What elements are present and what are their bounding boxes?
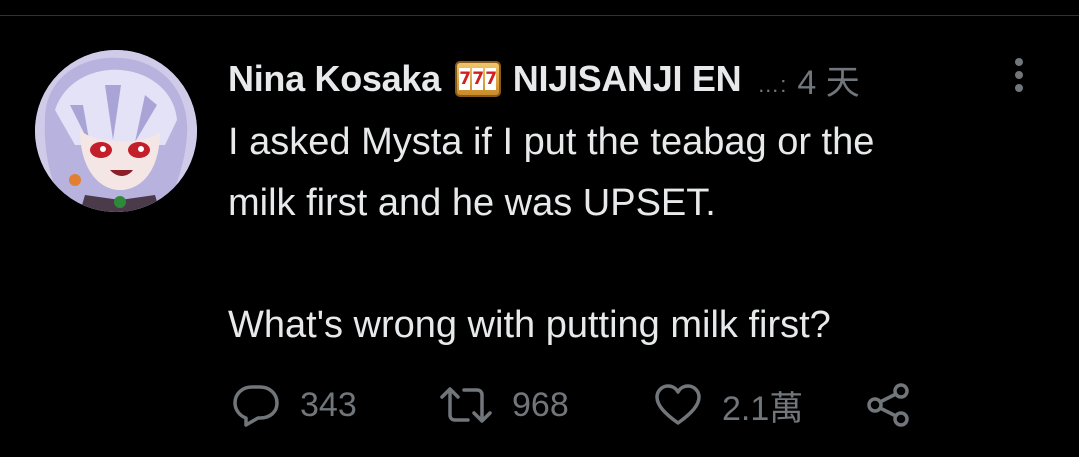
more-dot-icon bbox=[1015, 84, 1023, 92]
retweet-button[interactable]: 968 bbox=[438, 380, 569, 430]
more-dot-icon bbox=[1015, 71, 1023, 79]
tweet-actions: 343 968 2.1萬 bbox=[232, 380, 1032, 430]
more-dot-icon bbox=[1015, 58, 1023, 66]
like-button[interactable]: 2.1萬 bbox=[654, 380, 803, 430]
tweet-header: Nina Kosaka 777 NIJISANJI EN …: 4 天 bbox=[228, 54, 860, 104]
retweet-count: 968 bbox=[512, 385, 569, 424]
like-count: 2.1萬 bbox=[722, 389, 804, 428]
reply-icon bbox=[233, 385, 279, 427]
author-display-name[interactable]: Nina Kosaka bbox=[228, 58, 441, 100]
share-button[interactable] bbox=[864, 380, 914, 430]
avatar[interactable] bbox=[35, 50, 197, 212]
reply-count: 343 bbox=[300, 385, 357, 424]
slot-digit: 7 bbox=[485, 68, 498, 90]
more-options-button[interactable] bbox=[1006, 55, 1032, 95]
top-divider bbox=[0, 15, 1079, 16]
retweet-icon bbox=[440, 387, 492, 423]
reply-button[interactable]: 343 bbox=[232, 380, 357, 430]
tweet-timestamp[interactable]: 4 天 bbox=[797, 55, 859, 104]
name-truncation: …: bbox=[757, 72, 788, 97]
author-name-suffix[interactable]: NIJISANJI EN bbox=[513, 58, 742, 100]
share-icon bbox=[867, 383, 909, 427]
heart-icon bbox=[655, 384, 701, 425]
slot-digit: 7 bbox=[459, 68, 472, 90]
slot-digit: 7 bbox=[472, 68, 485, 90]
avatar-image bbox=[35, 50, 197, 212]
tweet-text: I asked Mysta if I put the teabag or the… bbox=[228, 121, 875, 346]
slot-machine-icon: 777 bbox=[454, 61, 501, 97]
